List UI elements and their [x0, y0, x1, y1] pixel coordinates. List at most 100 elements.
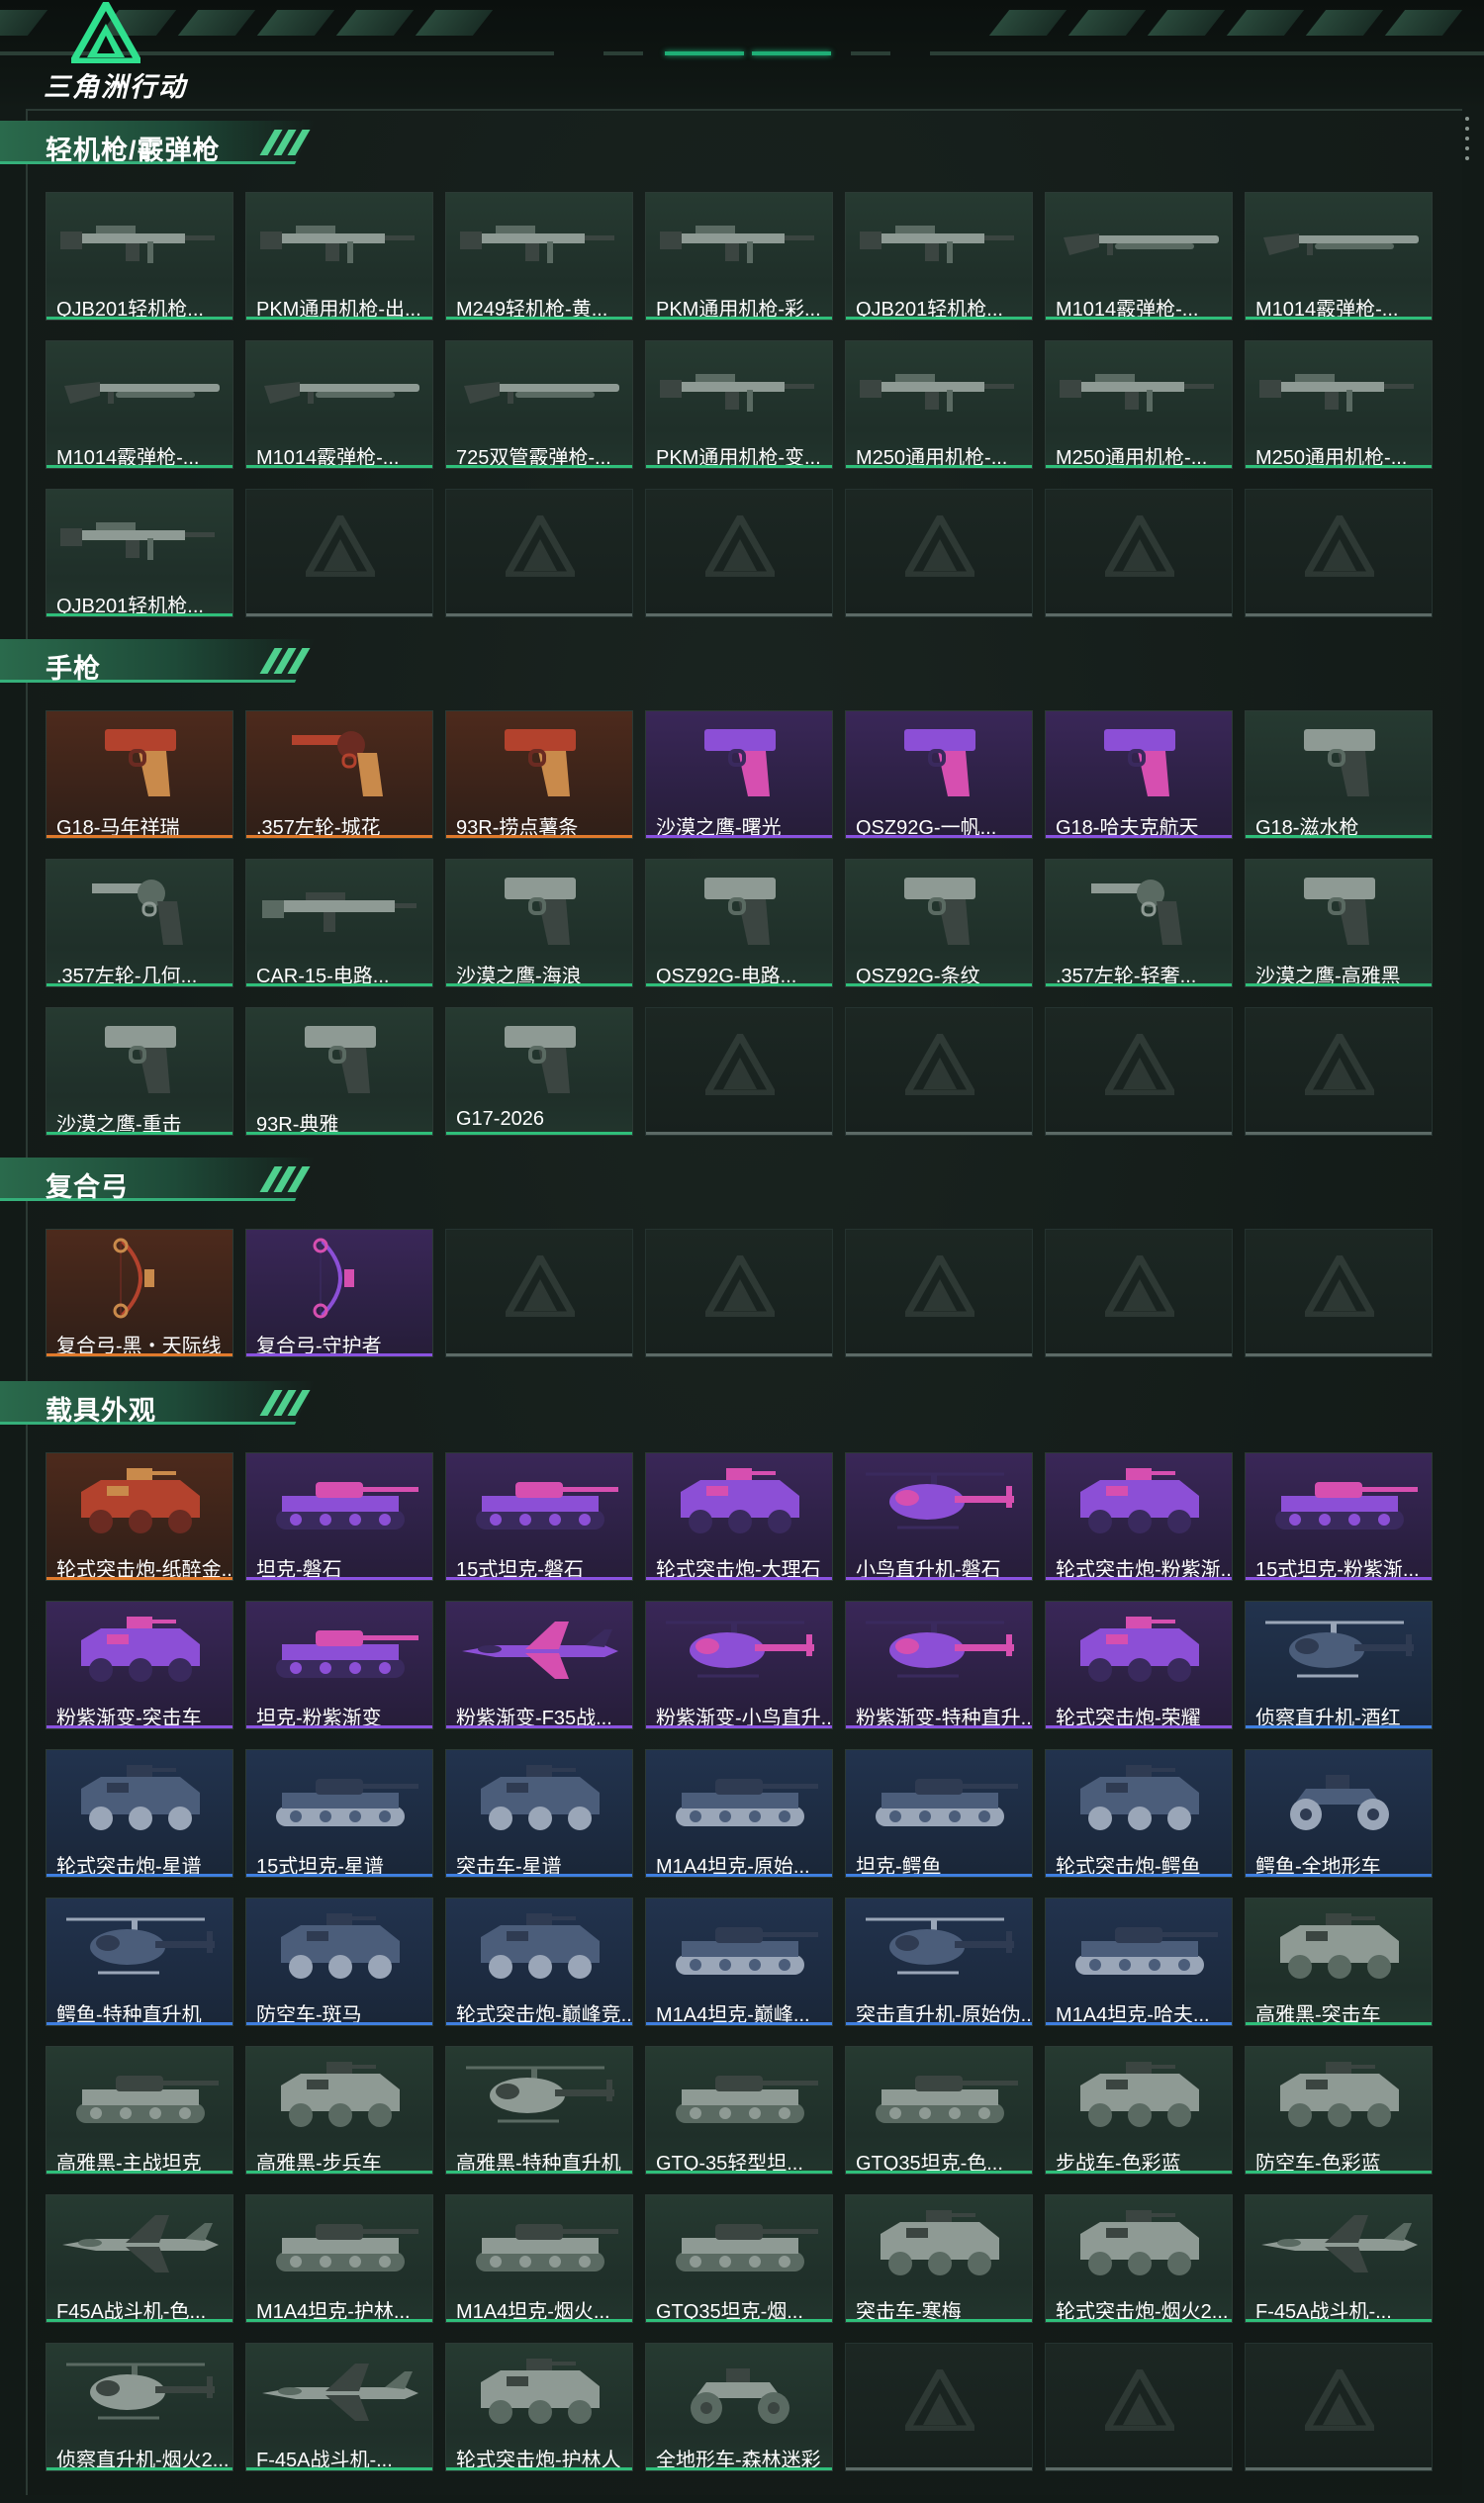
item-card[interactable]: GTQ35坦克-色... [845, 2046, 1033, 2175]
item-card[interactable]: 沙漠之鹰-重击 [46, 1007, 233, 1136]
rarity-underline [1046, 465, 1232, 468]
item-card[interactable]: PKM通用机枪-变... [645, 340, 833, 469]
item-card[interactable]: QJB201轻机枪... [46, 489, 233, 617]
item-card[interactable]: 坦克-鳄鱼 [845, 1749, 1033, 1878]
item-card[interactable]: PKM通用机枪-彩... [645, 192, 833, 321]
item-card[interactable]: 轮式突击炮-粉紫渐... [1045, 1452, 1233, 1581]
item-card[interactable]: GTQ35坦克-烟... [645, 2194, 833, 2323]
item-card[interactable]: M249轻机枪-黄... [445, 192, 633, 321]
item-card[interactable]: 725双管霰弹枪-... [445, 340, 633, 469]
header-rail-active [752, 51, 831, 55]
item-card[interactable]: 粉紫渐变-突击车 [46, 1601, 233, 1729]
item-card[interactable]: 高雅黑-突击车 [1245, 1898, 1433, 2026]
item-card[interactable]: F-45A战斗机-... [245, 2343, 433, 2471]
empty-slot-underline [1246, 613, 1432, 616]
empty-slot-underline [1046, 1353, 1232, 1356]
item-card[interactable]: 复合弓-守护者 [245, 1229, 433, 1357]
item-card[interactable]: 侦察直升机-烟火2... [46, 2343, 233, 2471]
empty-slot [845, 1229, 1033, 1357]
item-card[interactable]: 15式坦克-磐石 [445, 1452, 633, 1581]
item-card[interactable]: G18-滋水枪 [1245, 710, 1433, 839]
item-card[interactable]: 粉紫渐变-小鸟直升... [645, 1601, 833, 1729]
item-card[interactable]: 轮式突击炮-纸醉金... [46, 1452, 233, 1581]
item-card[interactable]: 轮式突击炮-星谱 [46, 1749, 233, 1878]
item-card[interactable]: 步战车-色彩蓝 [1045, 2046, 1233, 2175]
item-card[interactable]: M1A4坦克-巅峰... [645, 1898, 833, 2026]
item-card[interactable]: 高雅黑-特种直升机 [445, 2046, 633, 2175]
item-card[interactable]: 全地形车-森林迷彩 [645, 2343, 833, 2471]
rarity-underline [1246, 2022, 1432, 2025]
empty-slot [245, 489, 433, 617]
item-card[interactable]: G18-马年祥瑞 [46, 710, 233, 839]
item-card[interactable]: QSZ92G-条纹 [845, 859, 1033, 987]
item-card[interactable]: 轮式突击炮-护林人 [445, 2343, 633, 2471]
item-card[interactable]: M1A4坦克-护林... [245, 2194, 433, 2323]
item-card[interactable]: M1A4坦克-烟火... [445, 2194, 633, 2323]
header-rail [930, 51, 1484, 55]
item-card[interactable]: .357左轮-城花 [245, 710, 433, 839]
item-card[interactable]: 轮式突击炮-巅峰竞... [445, 1898, 633, 2026]
item-card[interactable]: 粉紫渐变-F35战... [445, 1601, 633, 1729]
item-card[interactable]: M250通用机枪-... [1245, 340, 1433, 469]
item-card[interactable]: M1014霰弹枪-... [1045, 192, 1233, 321]
item-card[interactable]: 鳄鱼-特种直升机 [46, 1898, 233, 2026]
item-card[interactable]: M1014霰弹枪-... [245, 340, 433, 469]
item-card[interactable]: .357左轮-轻奢... [1045, 859, 1233, 987]
item-card[interactable]: 15式坦克-粉紫渐... [1245, 1452, 1433, 1581]
item-card[interactable]: PKM通用机枪-出... [245, 192, 433, 321]
item-card[interactable]: M1A4坦克-哈夫... [1045, 1898, 1233, 2026]
tank-icon [646, 2195, 832, 2292]
item-card[interactable]: QSZ92G-电路... [645, 859, 833, 987]
header-rail [851, 51, 890, 55]
rarity-underline [246, 1725, 432, 1728]
item-card[interactable]: 轮式突击炮-大理石 [645, 1452, 833, 1581]
item-card[interactable]: 轮式突击炮-鳄鱼 [1045, 1749, 1233, 1878]
item-card[interactable]: .357左轮-几何... [46, 859, 233, 987]
item-card[interactable]: 15式坦克-星谱 [245, 1749, 433, 1878]
item-card[interactable]: QSZ92G-一帆... [845, 710, 1033, 839]
item-card[interactable]: F-45A战斗机-... [1245, 2194, 1433, 2323]
item-card[interactable]: M1014霰弹枪-... [1245, 192, 1433, 321]
item-card[interactable]: 轮式突击炮-荣耀 [1045, 1601, 1233, 1729]
item-card[interactable]: QJB201轻机枪... [845, 192, 1033, 321]
item-card[interactable]: 93R-捞点薯条 [445, 710, 633, 839]
item-card[interactable]: M250通用机枪-... [1045, 340, 1233, 469]
item-card[interactable]: 突击车-星谱 [445, 1749, 633, 1878]
rarity-underline [646, 465, 832, 468]
item-card[interactable]: 小鸟直升机-磐石 [845, 1452, 1033, 1581]
item-card[interactable]: 复合弓-黑・天际线 [46, 1229, 233, 1357]
item-card[interactable]: 鳄鱼-全地形车 [1245, 1749, 1433, 1878]
bow-icon [246, 1230, 432, 1327]
empty-slot [645, 1229, 833, 1357]
item-card[interactable]: F45A战斗机-色... [46, 2194, 233, 2323]
scrollbar[interactable] [1464, 117, 1470, 176]
item-card[interactable]: 突击直升机-原始伪... [845, 1898, 1033, 2026]
rarity-underline [646, 1874, 832, 1877]
item-card[interactable]: 沙漠之鹰-曙光 [645, 710, 833, 839]
header-stripe [1226, 10, 1305, 36]
item-card[interactable]: 高雅黑-主战坦克 [46, 2046, 233, 2175]
item-card[interactable]: 坦克-粉紫渐变 [245, 1601, 433, 1729]
pistol-icon [846, 860, 1032, 957]
item-card[interactable]: 侦察直升机-酒红 [1245, 1601, 1433, 1729]
item-card[interactable]: 粉紫渐变-特种直升... [845, 1601, 1033, 1729]
item-card[interactable]: 坦克-磐石 [245, 1452, 433, 1581]
placeholder-logo-icon [1105, 1034, 1174, 1095]
item-card[interactable]: M1A4坦克-原始... [645, 1749, 833, 1878]
rarity-underline [846, 983, 1032, 986]
item-card[interactable]: 轮式突击炮-烟火2... [1045, 2194, 1233, 2323]
item-card[interactable]: G18-哈夫克航天 [1045, 710, 1233, 839]
item-card[interactable]: 高雅黑-步兵车 [245, 2046, 433, 2175]
item-card[interactable]: 93R-典雅 [245, 1007, 433, 1136]
item-card[interactable]: QJB201轻机枪... [46, 192, 233, 321]
item-card[interactable]: CAR-15-电路... [245, 859, 433, 987]
item-card[interactable]: G17-2026 [445, 1007, 633, 1136]
item-card[interactable]: 防空车-色彩蓝 [1245, 2046, 1433, 2175]
item-card[interactable]: M250通用机枪-... [845, 340, 1033, 469]
item-card[interactable]: 沙漠之鹰-海浪 [445, 859, 633, 987]
item-card[interactable]: 防空车-斑马 [245, 1898, 433, 2026]
item-card[interactable]: 突击车-寒梅 [845, 2194, 1033, 2323]
item-card[interactable]: M1014霰弹枪-... [46, 340, 233, 469]
item-card[interactable]: 沙漠之鹰-高雅黑 [1245, 859, 1433, 987]
item-card[interactable]: GTQ-35轻型坦... [645, 2046, 833, 2175]
